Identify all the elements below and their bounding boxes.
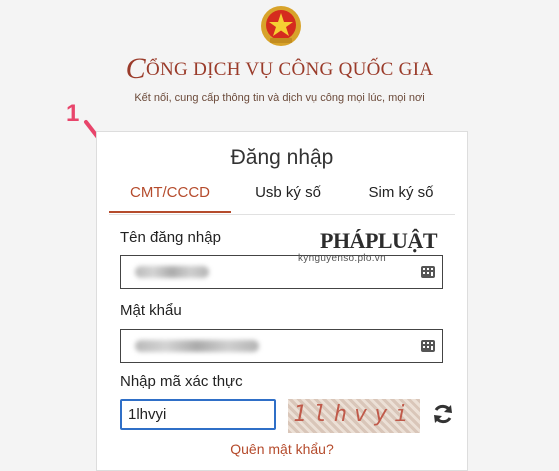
watermark-logo: PHÁPLUẬT: [320, 228, 438, 253]
watermark: PHÁPLUẬT kynguyenso.plo.vn: [298, 228, 438, 264]
portal-title: CỔNG DỊCH VỤ CÔNG QUỐC GIA: [0, 52, 559, 86]
captcha-label: Nhập mã xác thực: [120, 373, 243, 390]
captcha-image-text: 1lhvyi: [293, 402, 415, 427]
password-label: Mật khẩu: [120, 302, 182, 319]
tab-usb-ky-so[interactable]: Usb ký số: [233, 180, 343, 213]
password-field[interactable]: [120, 329, 443, 363]
portal-title-rest: ỔNG DỊCH VỤ CÔNG QUỐC GIA: [145, 59, 434, 80]
refresh-icon[interactable]: [431, 402, 455, 426]
tab-cmt-cccd[interactable]: CMT/CCCD: [109, 180, 231, 213]
keyboard-icon[interactable]: [421, 266, 435, 278]
captcha-image: 1lhvyi: [288, 399, 420, 433]
username-value-blurred: [135, 266, 209, 278]
captcha-input[interactable]: [120, 399, 276, 430]
portal-subtitle: Kết nối, cung cấp thông tin và dịch vụ c…: [134, 92, 425, 104]
annotation-number: 1: [66, 100, 80, 127]
login-method-tabs: CMT/CCCD Usb ký số Sim ký số: [109, 180, 455, 215]
tab-sim-ky-so[interactable]: Sim ký số: [347, 180, 455, 213]
portal-title-initial: C: [125, 52, 146, 85]
username-label: Tên đăng nhập: [120, 229, 221, 246]
login-panel: Đăng nhập CMT/CCCD Usb ký số Sim ký số T…: [96, 131, 468, 471]
login-title: Đăng nhập: [230, 146, 334, 169]
password-value-blurred: [135, 340, 259, 352]
keyboard-icon[interactable]: [421, 340, 435, 352]
watermark-site: kynguyenso.plo.vn: [298, 253, 386, 264]
forgot-password-link[interactable]: Quên mật khẩu?: [97, 441, 467, 457]
national-emblem-icon: [261, 6, 301, 46]
